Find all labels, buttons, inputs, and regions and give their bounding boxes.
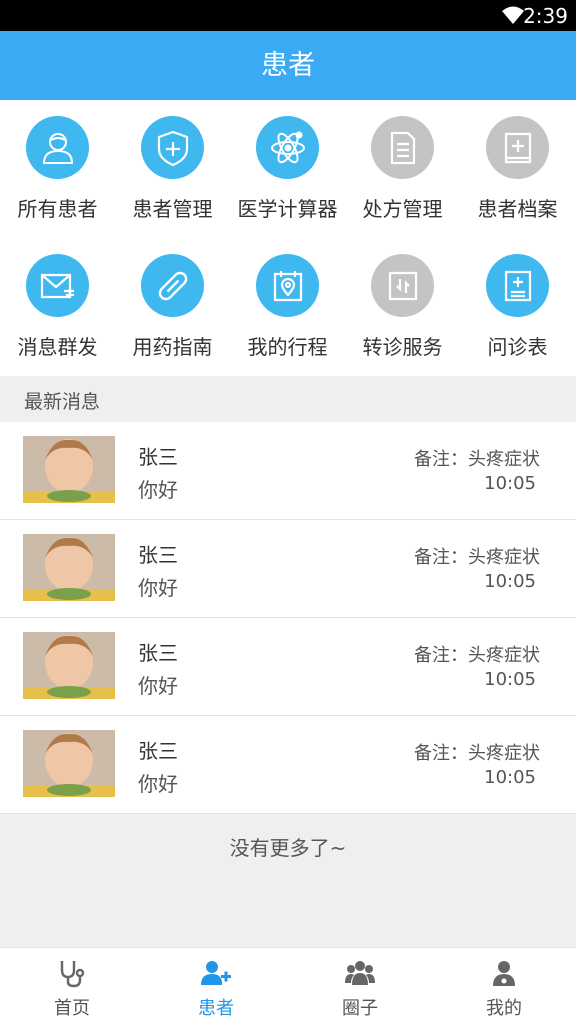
avatar [23, 730, 115, 797]
doctor-icon [493, 961, 515, 986]
grid-item-label: 用药指南 [132, 335, 213, 359]
mail-icon [26, 254, 89, 317]
feature-grid: 所有患者 患者管理 医学计算器 处方管理 患者档案 消息群发 用药指南 我的行程… [0, 100, 576, 376]
message-row[interactable]: 张三 你好 备注：头疼症状 10:05 [0, 618, 576, 716]
document-icon [371, 116, 434, 179]
avatar [23, 534, 115, 601]
patients-icon [26, 116, 89, 179]
grid-item-label: 问诊表 [487, 335, 548, 359]
avatar [23, 632, 115, 699]
grid-item-label: 患者档案 [477, 197, 558, 221]
add-user-icon [201, 961, 231, 985]
grid-item-all-patients[interactable]: 所有患者 [0, 100, 115, 238]
grid-item-medical-calculator[interactable]: 医学计算器 [230, 100, 345, 238]
page-title: 患者 [261, 50, 315, 81]
shield-plus-icon [141, 116, 204, 179]
transfer-icon [371, 254, 434, 317]
message-preview: 你好 [138, 674, 178, 698]
message-preview: 你好 [138, 576, 178, 600]
grid-item-patient-management[interactable]: 患者管理 [115, 100, 230, 238]
message-time: 10:05 [484, 571, 536, 592]
grid-item-label: 转诊服务 [362, 335, 443, 359]
tab-label: 圈子 [342, 998, 378, 1019]
grid-item-label: 我的行程 [247, 335, 328, 359]
wifi-icon [502, 6, 524, 24]
stethoscope-icon [60, 961, 85, 988]
pill-icon [141, 254, 204, 317]
tab-circle[interactable]: 圈子 [288, 948, 432, 1024]
tab-me[interactable]: 我的 [432, 948, 576, 1024]
section-title: 最新消息 [0, 376, 576, 422]
medical-book-icon [486, 116, 549, 179]
message-time: 10:05 [484, 767, 536, 788]
status-time: 2:39 [523, 4, 568, 28]
grid-item-group-message[interactable]: 消息群发 [0, 238, 115, 376]
grid-item-label: 处方管理 [362, 197, 443, 221]
section-title-text: 最新消息 [24, 391, 101, 413]
grid-item-prescription-management[interactable]: 处方管理 [345, 100, 460, 238]
message-row[interactable]: 张三 你好 备注：头疼症状 10:05 [0, 716, 576, 814]
tab-home[interactable]: 首页 [0, 948, 144, 1024]
top-bar: 患者 [0, 31, 576, 100]
clipboard-cross-icon [486, 254, 549, 317]
message-note: 备注：头疼症状 [414, 645, 540, 666]
grid-item-my-schedule[interactable]: 我的行程 [230, 238, 345, 376]
atom-icon [256, 116, 319, 179]
tab-bar: 首页 患者 圈子 我的 [0, 947, 576, 1024]
grid-item-label: 患者管理 [132, 197, 213, 221]
grid-item-label: 医学计算器 [237, 197, 338, 221]
grid-item-referral-service[interactable]: 转诊服务 [345, 238, 460, 376]
contact-name: 张三 [138, 543, 178, 567]
contact-name: 张三 [138, 641, 178, 665]
message-row[interactable]: 张三 你好 备注：头疼症状 10:05 [0, 422, 576, 520]
tab-label: 我的 [486, 998, 522, 1019]
message-time: 10:05 [484, 473, 536, 494]
grid-item-label: 消息群发 [17, 335, 98, 359]
message-time: 10:05 [484, 669, 536, 690]
tab-patients[interactable]: 患者 [144, 948, 288, 1024]
status-bar: 2:39 [0, 0, 576, 31]
grid-item-patient-records[interactable]: 患者档案 [460, 100, 575, 238]
contact-name: 张三 [138, 739, 178, 763]
grid-item-consultation-form[interactable]: 问诊表 [460, 238, 575, 376]
message-list: 张三 你好 备注：头疼症状 10:05 张三 你好 备注：头疼症状 10:05 … [0, 422, 576, 814]
avatar [23, 436, 115, 503]
tab-label: 患者 [198, 998, 234, 1019]
tab-label: 首页 [54, 998, 90, 1019]
calendar-location-icon [256, 254, 319, 317]
group-icon [345, 961, 375, 985]
message-note: 备注：头疼症状 [414, 743, 540, 764]
grid-item-label: 所有患者 [17, 197, 98, 221]
grid-item-medication-guide[interactable]: 用药指南 [115, 238, 230, 376]
message-preview: 你好 [138, 478, 178, 502]
message-preview: 你好 [138, 772, 178, 796]
message-note: 备注：头疼症状 [414, 449, 540, 470]
message-row[interactable]: 张三 你好 备注：头疼症状 10:05 [0, 520, 576, 618]
contact-name: 张三 [138, 445, 178, 469]
no-more-text: 没有更多了~ [229, 836, 347, 860]
message-note: 备注：头疼症状 [414, 547, 540, 568]
